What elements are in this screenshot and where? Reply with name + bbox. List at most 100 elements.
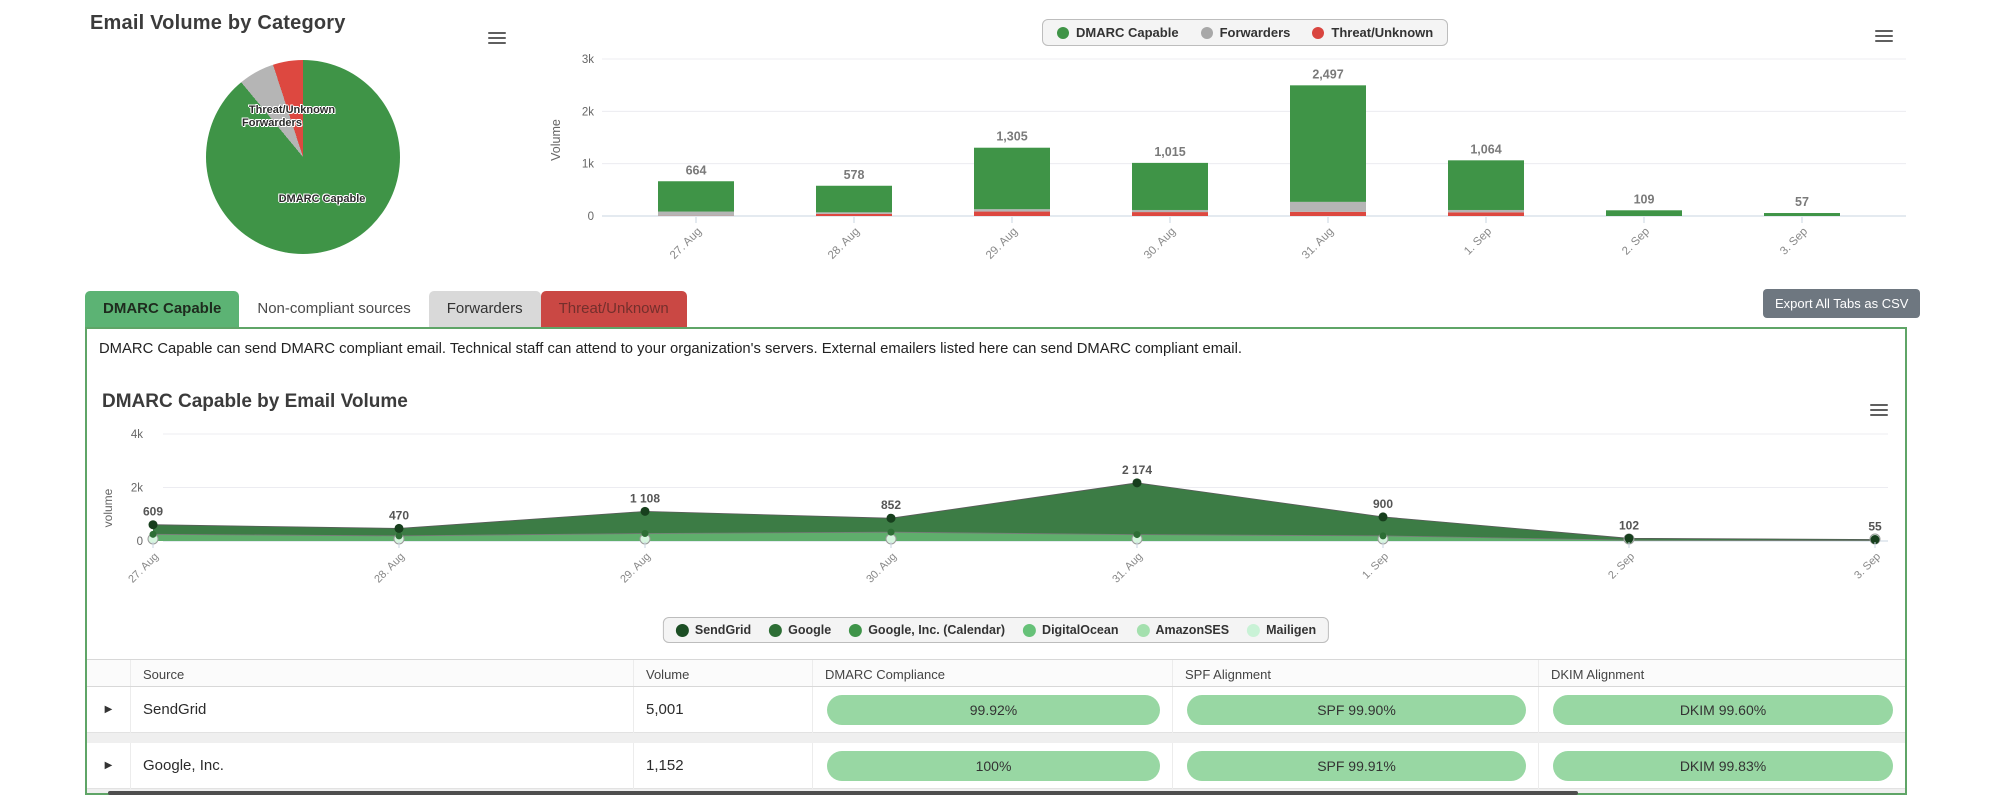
bar-chart-menu-icon[interactable] [1875,27,1893,45]
table-header-cell: DKIM Alignment [1551,667,1645,682]
table-row: ▶ SendGrid 5,001 99.92% SPF 99.90% DKIM 99.60… [87,687,1905,733]
spf-alignment-pill: SPF 99.90% [1187,695,1526,725]
legend-dot-icon [1247,623,1261,637]
legend-dot-icon [769,623,783,637]
area-chart-menu-icon[interactable] [1870,401,1888,419]
data-point [394,523,404,533]
svg-text:30. Aug: 30. Aug [1142,226,1178,260]
svg-text:31. Aug: 31. Aug [1110,551,1145,586]
bar-segment [974,209,1050,212]
table-header-spacer [87,660,131,686]
svg-text:Volume: Volume [549,119,563,161]
legend-dot-icon [1312,26,1325,39]
legend-item[interactable]: Threat/Unknown [1312,25,1433,40]
bar-segment [1290,211,1366,216]
legend-dot-icon [849,623,863,637]
tab-threat-unknown[interactable]: Threat/Unknown [540,291,687,327]
legend-dot-icon [675,623,689,637]
data-point [395,532,403,540]
legend-label: Threat/Unknown [1331,25,1434,40]
row-expander-icon[interactable]: ▶ [87,743,131,789]
svg-text:27. Aug: 27. Aug [668,226,704,260]
legend-dot-icon [1200,26,1213,39]
tab-forwarders[interactable]: Forwarders [428,291,541,327]
svg-text:29. Aug: 29. Aug [618,551,653,586]
legend-item[interactable]: SendGrid [675,623,751,637]
svg-text:2k: 2k [582,106,594,118]
svg-text:1,015: 1,015 [1154,145,1185,159]
svg-text:609: 609 [143,505,163,519]
legend-item[interactable]: Mailigen [1247,623,1316,637]
svg-text:2. Sep: 2. Sep [1606,551,1637,582]
category-tabs: DMARC Capable Non-compliant sources Forw… [85,291,687,327]
legend-item[interactable]: AmazonSES [1136,623,1229,637]
svg-text:470: 470 [389,508,409,522]
data-point [1379,532,1387,540]
area-chart: 4k 2k 0 volume 609 470 1 108 852 2 174 900 102 55 27… [101,429,1888,586]
bar-segment [1132,212,1208,216]
bar-segment [1132,162,1208,210]
pie-chart [206,60,400,254]
svg-text:55: 55 [1868,520,1882,534]
area-chart-title: DMARC Capable by Email Volume [102,391,408,412]
dmarc-capable-panel: DMARC Capable can send DMARC compliant e… [85,327,1907,795]
legend-item[interactable]: Forwarders [1200,25,1291,40]
bar-segment [1764,213,1840,216]
pie-chart-menu-icon[interactable] [488,29,506,47]
bar-segment [816,212,892,214]
svg-text:57: 57 [1795,195,1809,209]
dkim-alignment-pill: DKIM 99.83% [1553,751,1893,781]
legend-item[interactable]: Google, Inc. (Calendar) [849,623,1005,637]
bar-segment [1132,209,1208,213]
svg-text:0: 0 [137,536,143,548]
data-point [886,513,896,523]
tab-dmarc-capable[interactable]: DMARC Capable [85,291,240,327]
svg-text:900: 900 [1373,497,1393,511]
bar-segment [816,213,892,216]
bar-segment [974,211,1050,216]
panel-description: DMARC Capable can send DMARC compliant e… [99,341,1242,357]
data-point [887,528,895,536]
svg-text:2. Sep: 2. Sep [1620,226,1652,258]
dmarc-dashboard: Email Volume by Category Threat/Unknown … [0,0,2000,795]
data-point [1132,478,1142,488]
legend-item[interactable]: Google [769,623,831,637]
data-point [1378,512,1388,522]
legend-item[interactable]: DMARC Capable [1057,25,1179,40]
data-point [641,530,649,538]
svg-text:30. Aug: 30. Aug [864,551,899,586]
legend-label: DigitalOcean [1042,623,1119,637]
svg-text:1,305: 1,305 [996,130,1027,144]
svg-text:2k: 2k [131,483,143,495]
area-chart-legend: SendGrid Google Google, Inc. (Calendar) Dig… [662,617,1330,643]
data-point [149,530,157,538]
table-header-cell: DMARC Compliance [813,660,1173,686]
dkim-alignment-pill-cell: DKIM 99.60% [1539,687,1905,733]
svg-text:1,064: 1,064 [1470,142,1501,156]
volume-cell: 1,152 [634,743,813,789]
legend-dot-icon [1136,623,1150,637]
svg-text:102: 102 [1619,518,1639,532]
svg-text:1 108: 1 108 [630,491,660,505]
legend-label: Forwarders [1219,25,1291,40]
export-all-tabs-csv-button[interactable]: Export All Tabs as CSV [1763,289,1921,318]
tab-non-compliant-sources[interactable]: Non-compliant sources [239,291,428,327]
legend-item[interactable]: DigitalOcean [1023,623,1118,637]
table-header-cell: Volume [634,660,813,686]
dmarc-compliance-pill: 100% [827,751,1160,781]
data-point [1624,533,1634,543]
svg-text:664: 664 [686,163,707,177]
volume-cell: 5,001 [634,687,813,733]
horizontal-scrollbar[interactable] [108,791,1578,795]
source-cell: Google, Inc. [131,743,634,789]
row-expander-icon[interactable]: ▶ [87,687,131,733]
bar-segment [816,185,892,213]
bar-segment [1290,201,1366,212]
bar-segment [658,211,734,216]
spf-alignment-pill-cell: SPF 99.90% [1173,687,1539,733]
bar-segment [1290,85,1366,202]
bar-segment [658,181,734,212]
svg-text:volume: volume [101,488,115,527]
svg-text:4k: 4k [131,429,143,441]
svg-text:0: 0 [588,211,594,223]
